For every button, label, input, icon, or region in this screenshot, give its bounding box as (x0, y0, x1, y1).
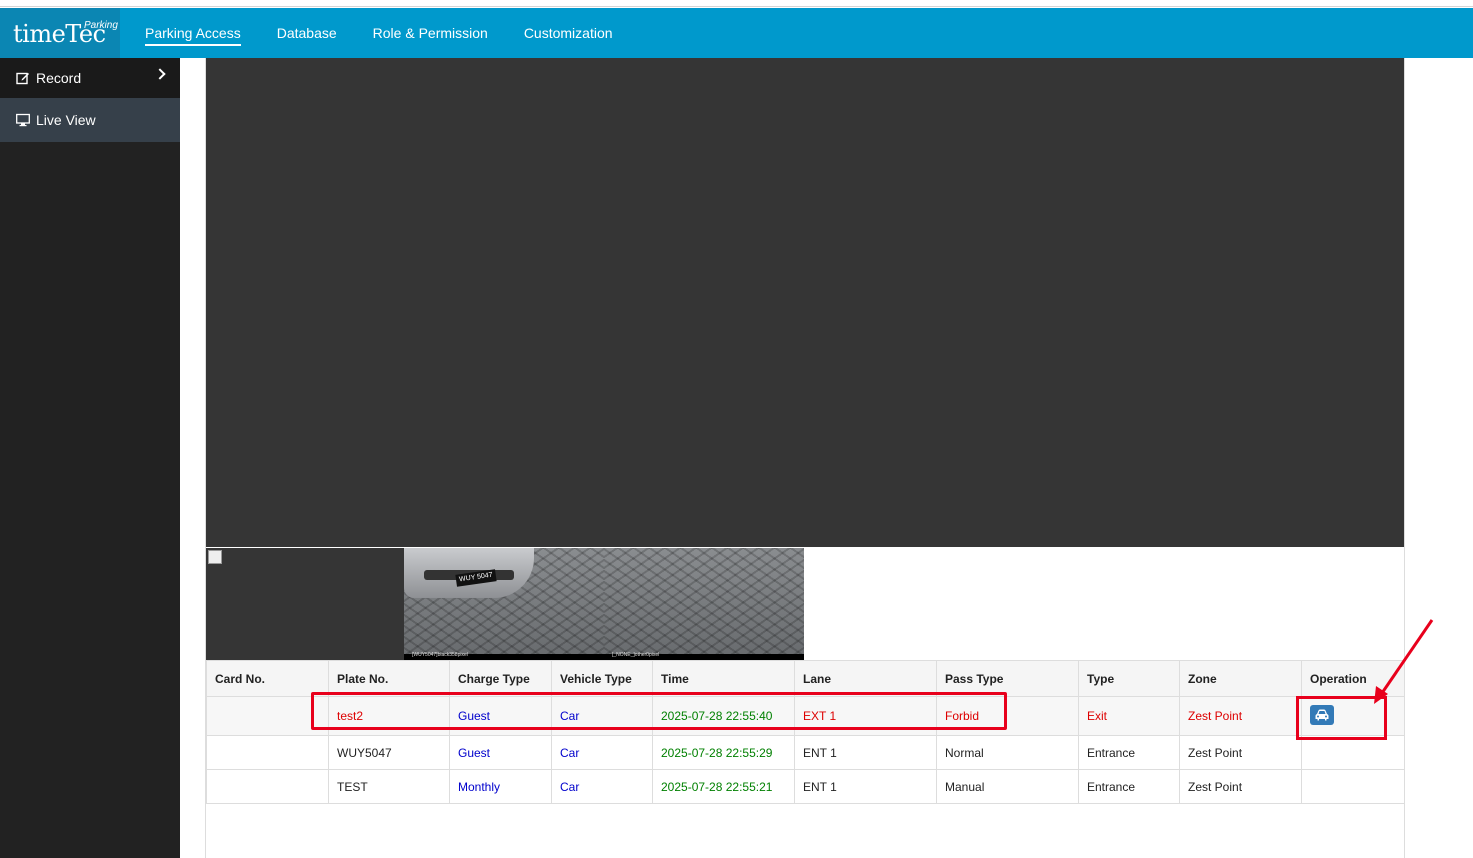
col-pass-type: Pass Type (936, 660, 1079, 697)
cell-type: Entrance (1078, 769, 1180, 804)
cell-type: Exit (1078, 696, 1180, 736)
cell-pass: Manual (936, 769, 1079, 804)
cell-lane: ENT 1 (794, 735, 937, 770)
camera-thumbnails: WUY 5047 [WUY5047]black358pixel [_NONE_]… (206, 548, 804, 660)
cell-charge: Guest (449, 696, 552, 736)
nav-label: Parking Access (145, 25, 241, 46)
col-zone: Zone (1179, 660, 1302, 697)
cell-plate: test2 (328, 696, 450, 736)
main-nav: Parking Access Database Role & Permissio… (127, 8, 631, 58)
nav-label: Role & Permission (372, 25, 488, 41)
nav-customization[interactable]: Customization (506, 8, 631, 58)
live-video-view (206, 58, 1404, 547)
nav-label: Database (276, 25, 337, 41)
records-table: Card No. Plate No. Charge Type Vehicle T… (206, 660, 1405, 804)
cell-time: 2025-07-28 22:55:40 (652, 696, 795, 736)
col-time: Time (652, 660, 795, 697)
sidebar-item-live-view[interactable]: Live View (0, 98, 180, 142)
nav-parking-access[interactable]: Parking Access (127, 8, 259, 58)
cell-operation (1301, 735, 1405, 770)
table-row[interactable]: TEST Monthly Car 2025-07-28 22:55:21 ENT… (206, 769, 1405, 804)
cell-lane: EXT 1 (794, 696, 937, 736)
broken-image-icon (208, 550, 222, 564)
top-border (0, 0, 1473, 7)
logo-sup-text: Parking (84, 20, 118, 31)
thumbnail-camera-2[interactable]: [_NONE_]other0pixel (604, 548, 804, 660)
col-vehicle-type: Vehicle Type (551, 660, 653, 697)
col-operation: Operation (1301, 660, 1405, 697)
cell-plate: TEST (328, 769, 450, 804)
cell-pass: Forbid (936, 696, 1079, 736)
cell-pass: Normal (936, 735, 1079, 770)
cell-operation (1301, 769, 1405, 804)
col-type: Type (1078, 660, 1180, 697)
vehicle-release-button[interactable] (1310, 704, 1334, 725)
nav-label: Customization (523, 25, 613, 41)
sidebar-item-label: Live View (36, 112, 96, 128)
thumbnail-caption: [WUY5047]black358pixel (412, 652, 468, 658)
col-lane: Lane (794, 660, 937, 697)
records-table-wrap: Card No. Plate No. Charge Type Vehicle T… (206, 660, 1405, 804)
cell-type: Entrance (1078, 735, 1180, 770)
thumbnail-caption: [_NONE_]other0pixel (612, 652, 660, 658)
thumbnail-camera-1[interactable]: WUY 5047 [WUY5047]black358pixel (404, 548, 604, 660)
thumbnail-empty[interactable] (206, 548, 404, 660)
cell-vehicle: Car (551, 735, 653, 770)
nav-database[interactable]: Database (259, 8, 355, 58)
chevron-right-icon (154, 68, 166, 80)
top-header: timeTec Parking Parking Access Database … (0, 8, 1473, 58)
monitor-icon (16, 113, 30, 127)
edit-icon (16, 72, 29, 85)
timetec-logo[interactable]: timeTec Parking (0, 8, 120, 58)
table-row[interactable]: WUY5047 Guest Car 2025-07-28 22:55:29 EN… (206, 735, 1405, 770)
cell-zone: Zest Point (1179, 769, 1302, 804)
cell-vehicle: Car (551, 769, 653, 804)
cell-zone: Zest Point (1179, 735, 1302, 770)
sidebar-item-record[interactable]: Record (0, 58, 180, 98)
sidebar: Record Live View (0, 58, 180, 858)
col-card-no: Card No. (206, 660, 329, 697)
nav-role-permission[interactable]: Role & Permission (355, 8, 506, 58)
cell-card (206, 735, 329, 770)
cell-charge: Monthly (449, 769, 552, 804)
cell-operation (1301, 696, 1405, 736)
table-row[interactable]: test2 Guest Car 2025-07-28 22:55:40 EXT … (206, 696, 1405, 736)
table-header-row: Card No. Plate No. Charge Type Vehicle T… (206, 660, 1405, 697)
car-icon (1315, 709, 1329, 720)
cell-time: 2025-07-28 22:55:29 (652, 735, 795, 770)
sidebar-item-label: Record (36, 70, 82, 86)
cell-plate: WUY5047 (328, 735, 450, 770)
col-plate-no: Plate No. (328, 660, 450, 697)
cell-time: 2025-07-28 22:55:21 (652, 769, 795, 804)
cell-lane: ENT 1 (794, 769, 937, 804)
pavement-image (604, 548, 804, 660)
col-charge-type: Charge Type (449, 660, 552, 697)
cell-vehicle: Car (551, 696, 653, 736)
cell-zone: Zest Point (1179, 696, 1302, 736)
cell-card (206, 696, 329, 736)
cell-card (206, 769, 329, 804)
cell-charge: Guest (449, 735, 552, 770)
